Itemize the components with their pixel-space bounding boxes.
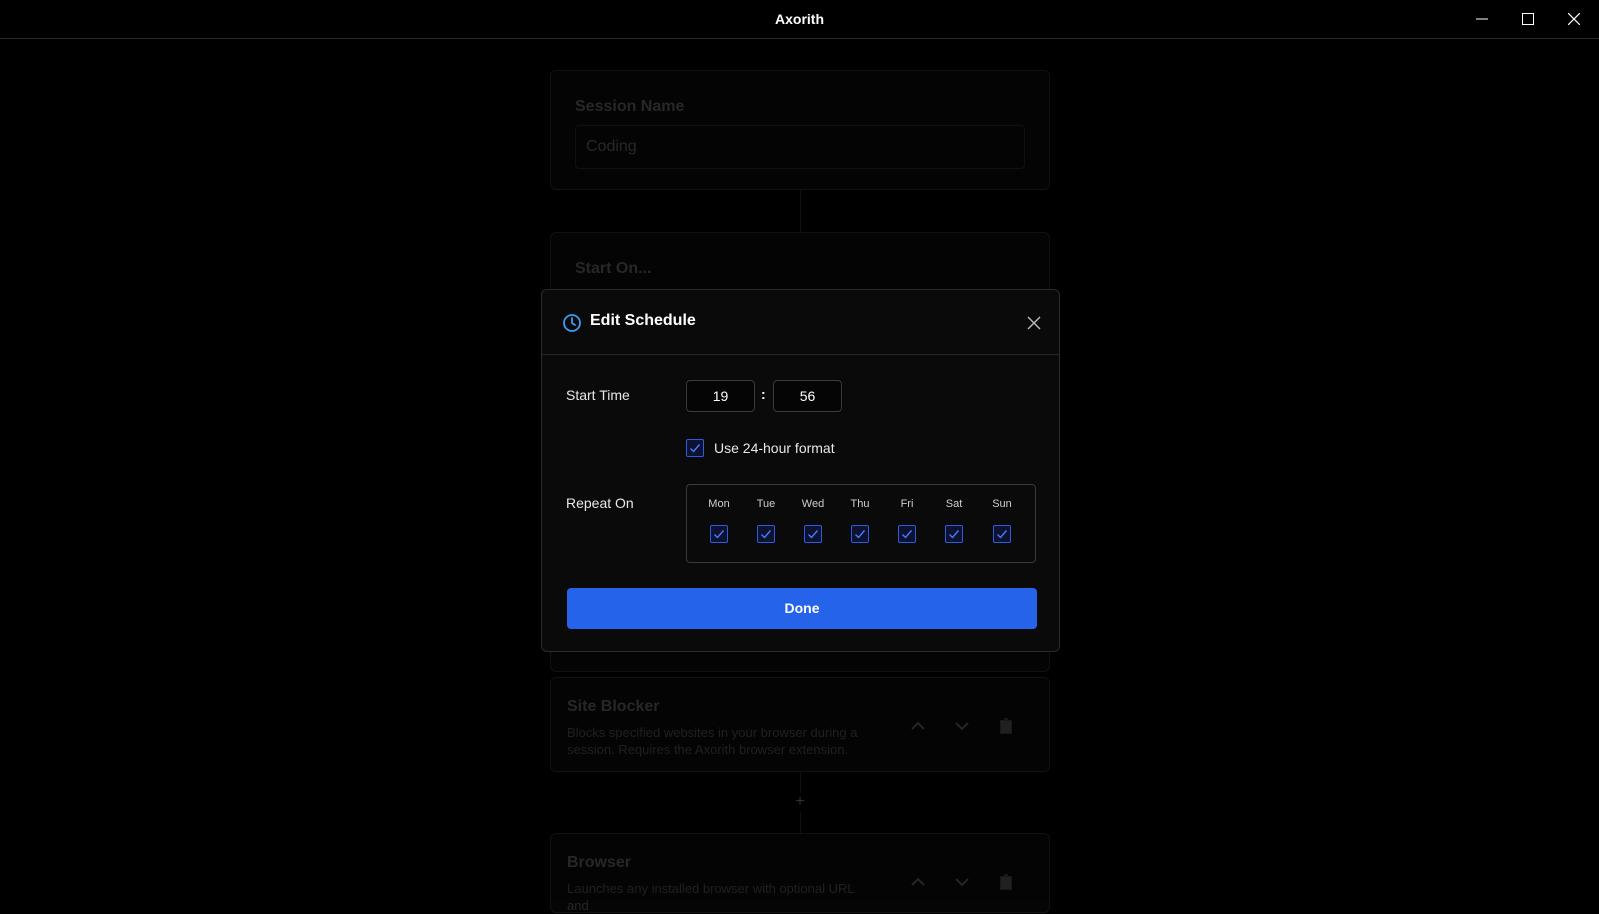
window-close-button[interactable] (1551, 0, 1597, 38)
use-24h-checkbox[interactable] (686, 439, 704, 457)
day-fri: Fri (887, 497, 927, 543)
day-checkbox-sat[interactable] (945, 525, 963, 543)
repeat-days-group: Mon Tue Wed Thu Fri Sat Sun (686, 484, 1036, 563)
checkmark-icon (902, 530, 913, 539)
checkmark-icon (761, 530, 772, 539)
hour-input[interactable]: 19 (686, 380, 755, 412)
title-bar: Axorith (0, 0, 1599, 39)
start-time-label: Start Time (566, 387, 630, 403)
day-checkbox-thu[interactable] (851, 525, 869, 543)
day-label: Thu (850, 498, 870, 510)
day-label: Sun (992, 498, 1012, 510)
maximize-icon (1522, 13, 1534, 25)
window-title: Axorith (775, 11, 824, 27)
day-label: Wed (801, 498, 825, 510)
day-sat: Sat (934, 497, 974, 543)
day-mon: Mon (699, 497, 739, 543)
checkmark-icon (855, 530, 866, 539)
close-icon (1568, 13, 1580, 25)
time-separator: : (761, 386, 766, 402)
checkmark-icon (690, 444, 701, 453)
minimize-icon (1476, 18, 1488, 20)
day-checkbox-tue[interactable] (757, 525, 775, 543)
checkmark-icon (949, 530, 960, 539)
repeat-on-label: Repeat On (566, 495, 634, 511)
minimize-button[interactable] (1459, 0, 1505, 38)
day-checkbox-mon[interactable] (710, 525, 728, 543)
day-sun: Sun (982, 497, 1022, 543)
done-button[interactable]: Done (567, 588, 1037, 629)
day-wed: Wed (793, 497, 833, 543)
checkmark-icon (997, 530, 1008, 539)
day-label: Sat (945, 498, 963, 510)
day-checkbox-wed[interactable] (804, 525, 822, 543)
day-checkbox-fri[interactable] (898, 525, 916, 543)
minute-input[interactable]: 56 (773, 380, 842, 412)
checkmark-icon (808, 530, 819, 539)
checkmark-icon (714, 530, 725, 539)
dialog-header: Edit Schedule (542, 290, 1059, 355)
dialog-title: Edit Schedule (590, 312, 696, 329)
use-24h-label: Use 24-hour format (714, 440, 835, 456)
edit-schedule-dialog: Edit Schedule Start Time 19 : 56 Use 24-… (541, 289, 1060, 652)
day-checkbox-sun[interactable] (993, 525, 1011, 543)
day-label: Fri (900, 498, 914, 510)
day-thu: Thu (840, 497, 880, 543)
clock-icon (563, 314, 581, 332)
day-tue: Tue (746, 497, 786, 543)
day-label: Mon (708, 498, 730, 510)
close-icon[interactable] (1025, 314, 1043, 332)
day-label: Tue (756, 498, 776, 510)
maximize-button[interactable] (1505, 0, 1551, 38)
